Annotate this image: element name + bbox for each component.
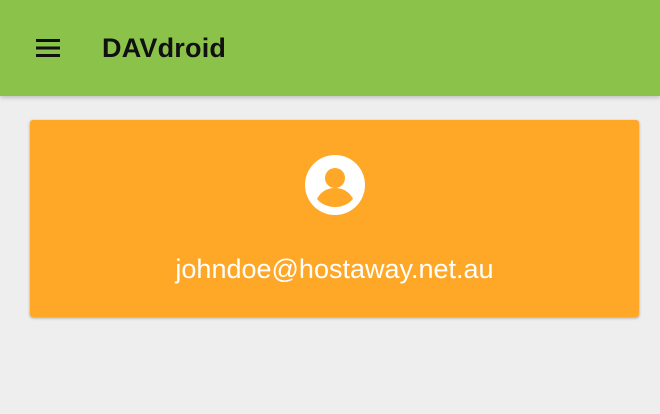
account-circle-icon (305, 155, 365, 215)
accounts-list: johndoe@hostaway.net.au (0, 96, 660, 414)
app-window: DAVdroid johndoe@hostaway.net.au (0, 0, 660, 414)
account-card[interactable]: johndoe@hostaway.net.au (30, 120, 639, 317)
hamburger-menu-icon (36, 39, 60, 57)
app-toolbar: DAVdroid (0, 0, 660, 96)
app-title: DAVdroid (102, 33, 227, 63)
account-name: johndoe@hostaway.net.au (175, 254, 494, 284)
navigation-menu-button[interactable] (22, 22, 74, 74)
